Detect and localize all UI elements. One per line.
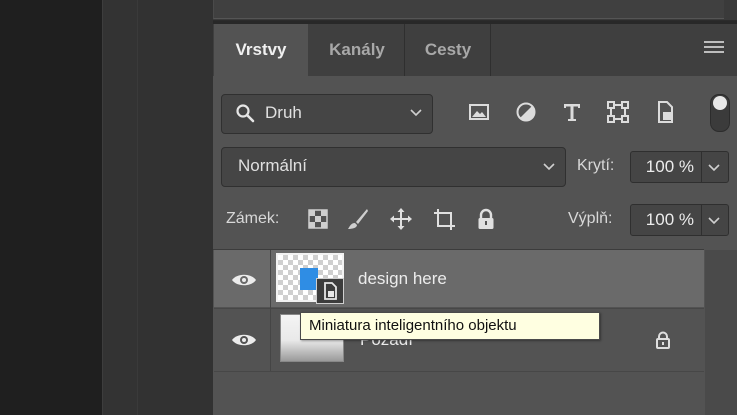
lock-image-pixels-icon[interactable] <box>346 207 370 231</box>
chevron-down-icon <box>708 217 720 225</box>
type-filter-icon[interactable] <box>560 100 584 124</box>
chevron-down-icon <box>410 109 422 117</box>
opacity-value: 100 % <box>645 157 694 176</box>
tab-layers[interactable]: Vrstvy <box>214 24 308 76</box>
tooltip-text: Miniatura inteligentního objektu <box>309 317 517 334</box>
layer-name[interactable]: design here <box>358 250 447 307</box>
scrollbar-track[interactable] <box>705 250 737 415</box>
tab-paths[interactable]: Cesty <box>406 24 491 76</box>
tab-channels[interactable]: Kanály <box>310 24 405 76</box>
fill-label: Výplň: <box>568 210 613 227</box>
shape-filter-icon[interactable] <box>606 100 630 124</box>
hamburger-menu-icon[interactable] <box>704 41 724 57</box>
lock-artboard-icon[interactable] <box>432 207 456 231</box>
lock-position-icon[interactable] <box>389 207 413 231</box>
chevron-down-icon <box>708 164 720 172</box>
filter-kind-label: Druh <box>265 103 302 122</box>
adjustment-filter-icon[interactable] <box>514 100 538 124</box>
search-icon <box>236 104 255 123</box>
eye-visibility-icon[interactable] <box>231 272 257 288</box>
smart-object-filter-icon[interactable] <box>653 100 677 124</box>
lock-label: Zámek: <box>226 210 280 227</box>
tool-column <box>102 0 139 415</box>
image-filter-icon[interactable] <box>467 100 491 124</box>
workspace-background <box>0 0 102 415</box>
opacity-label: Krytí: <box>577 157 615 174</box>
lock-all-icon[interactable] <box>474 207 498 231</box>
divider <box>270 250 271 371</box>
panel-dock-column <box>137 0 213 415</box>
lock-transparent-pixels-icon[interactable] <box>306 207 330 231</box>
blend-mode-value: Normální <box>238 156 307 175</box>
toggle-knob <box>713 96 727 110</box>
fill-value: 100 % <box>645 210 694 229</box>
previous-panel-body <box>213 0 724 19</box>
chevron-down-icon <box>543 163 555 171</box>
smart-object-badge-icon <box>316 278 344 304</box>
eye-visibility-icon[interactable] <box>231 332 257 348</box>
lock-icon <box>656 331 670 349</box>
